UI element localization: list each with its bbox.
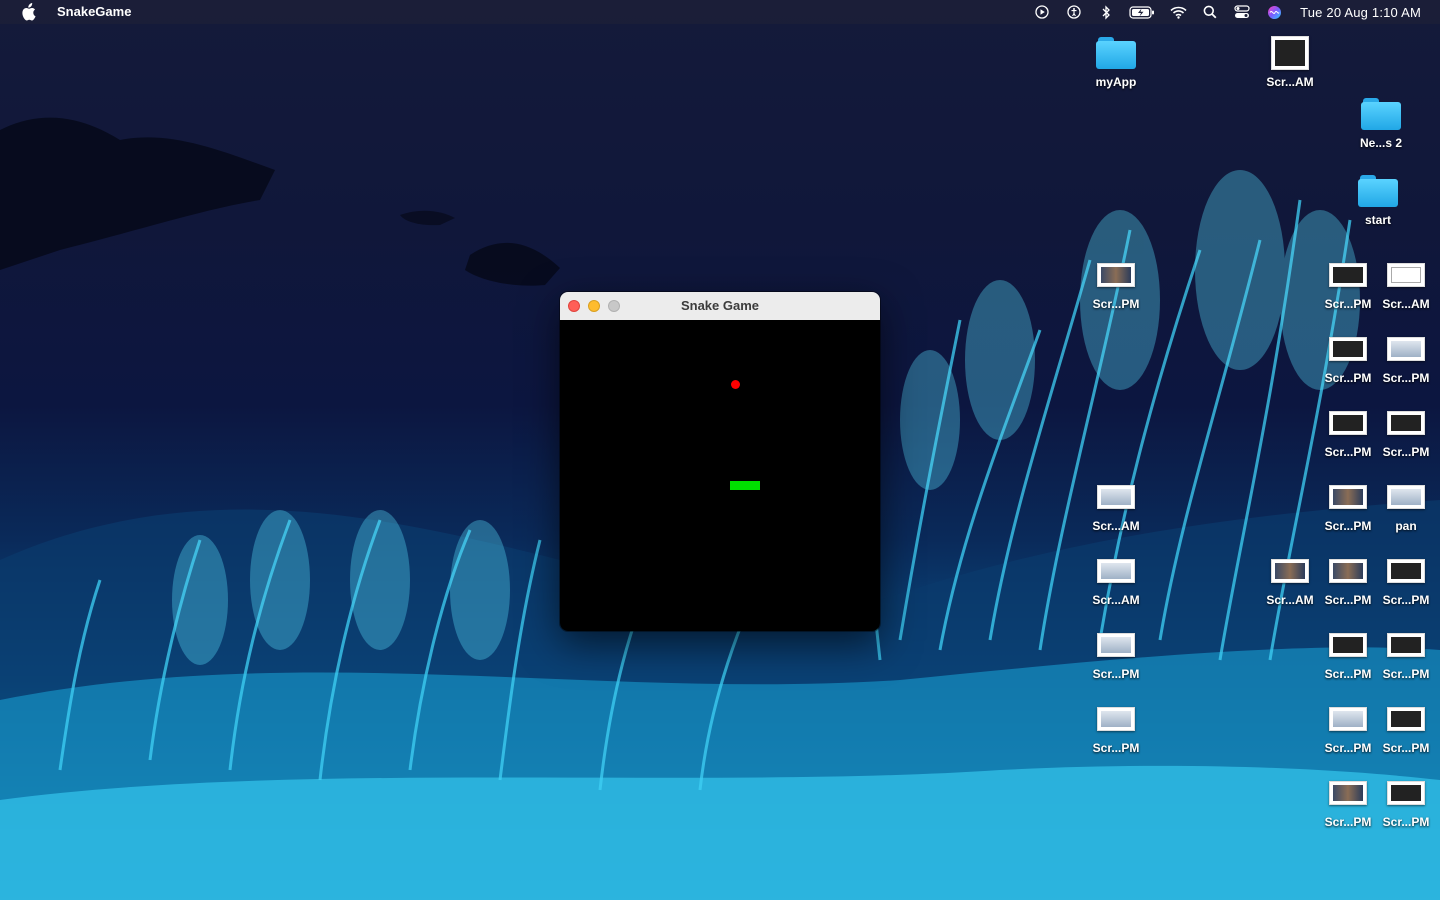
screenshot-file-icon [1385, 626, 1427, 664]
desktop-icon-label: Scr...PM [1092, 297, 1140, 311]
screenshot-file-icon [1327, 626, 1369, 664]
wifi-icon[interactable] [1169, 4, 1187, 20]
desktop-icon-screenshot[interactable]: Scr...PM [1373, 700, 1439, 755]
desktop-icon-screenshot[interactable]: Scr...AM [1083, 478, 1149, 533]
apple-menu-icon[interactable] [20, 3, 36, 21]
desktop-icon-label: Scr...PM [1382, 815, 1430, 829]
desktop-icon-label: Scr...PM [1382, 445, 1430, 459]
desktop-icon-image[interactable]: pan [1373, 478, 1439, 533]
bluetooth-icon[interactable] [1097, 4, 1115, 20]
screenshot-file-icon [1095, 626, 1137, 664]
folder-icon [1360, 95, 1402, 133]
desktop-icon-screenshot[interactable]: Scr...PM [1315, 404, 1381, 459]
search-icon[interactable] [1201, 4, 1219, 20]
siri-icon[interactable] [1265, 4, 1283, 20]
desktop-icon-label: myApp [1095, 75, 1137, 89]
desktop-icon-screenshot[interactable]: Scr...AM [1083, 552, 1149, 607]
desktop-icon-label: Ne...s 2 [1359, 136, 1403, 150]
food-pellet [731, 380, 740, 389]
desktop-icon-label: Scr...PM [1092, 741, 1140, 755]
folder-icon [1357, 172, 1399, 210]
desktop-icon-label: Scr...PM [1324, 445, 1372, 459]
desktop-icon-label: pan [1395, 519, 1417, 533]
desktop-icon-screenshot[interactable]: Scr...AM [1257, 552, 1323, 607]
battery-charging-icon[interactable] [1129, 4, 1155, 20]
screenshot-file-icon [1327, 404, 1369, 442]
desktop-icon-label: Scr...PM [1324, 667, 1372, 681]
desktop-icon-label: Scr...PM [1324, 741, 1372, 755]
desktop-icon-screenshot[interactable]: Scr...PM [1373, 626, 1439, 681]
window-titlebar[interactable]: Snake Game [560, 292, 880, 321]
screenshot-file-icon [1269, 34, 1311, 72]
desktop-icon-screenshot[interactable]: Scr...AM [1373, 256, 1439, 311]
screenshot-file-icon [1385, 330, 1427, 368]
window-title: Snake Game [680, 298, 760, 313]
desktop-icon-screenshot[interactable]: Scr...AM [1257, 34, 1323, 89]
desktop-icon-label: Scr...PM [1092, 667, 1140, 681]
active-app-name[interactable]: SnakeGame [57, 4, 131, 19]
screenshot-file-icon [1327, 774, 1369, 812]
desktop-icon-folder[interactable]: myApp [1083, 34, 1149, 89]
desktop-icon-label: Scr...PM [1382, 593, 1430, 607]
desktop-icon-screenshot[interactable]: Scr...PM [1373, 330, 1439, 385]
desktop-icon-screenshot[interactable]: Scr...PM [1315, 478, 1381, 533]
desktop-icon-screenshot[interactable]: Scr...PM [1315, 552, 1381, 607]
screenshot-file-icon [1095, 552, 1137, 590]
desktop-icon-label: Scr...AM [1092, 519, 1140, 533]
control-center-icon[interactable] [1233, 4, 1251, 20]
desktop-icon-screenshot[interactable]: Scr...PM [1373, 552, 1439, 607]
desktop-icon-screenshot[interactable]: Scr...PM [1373, 404, 1439, 459]
desktop-icon-screenshot[interactable]: Scr...PM [1083, 256, 1149, 311]
screenshot-file-icon [1327, 478, 1369, 516]
desktop-icon-label: Scr...PM [1324, 371, 1372, 385]
screenshot-file-icon [1385, 404, 1427, 442]
desktop-icon-label: Scr...AM [1382, 297, 1430, 311]
snake-game-window[interactable]: Snake Game [560, 292, 880, 631]
desktop-icon-label: Scr...PM [1324, 815, 1372, 829]
desktop-icon-screenshot[interactable]: Scr...PM [1315, 330, 1381, 385]
desktop-icon-label: Scr...PM [1324, 519, 1372, 533]
desktop-icon-label: Scr...PM [1382, 371, 1430, 385]
desktop-icon-label: Scr...AM [1266, 593, 1314, 607]
desktop-icon-screenshot[interactable]: Scr...PM [1083, 700, 1149, 755]
desktop-icon-folder[interactable]: start [1345, 172, 1411, 227]
snake-body [730, 481, 760, 490]
desktop-icon-screenshot[interactable]: Scr...PM [1315, 774, 1381, 829]
desktop-icon-label: Scr...PM [1382, 667, 1430, 681]
desktop-icon-label: Scr...AM [1092, 593, 1140, 607]
screenshot-file-icon [1327, 552, 1369, 590]
desktop-icon-screenshot[interactable]: Scr...PM [1083, 626, 1149, 681]
desktop-icon-folder[interactable]: Ne...s 2 [1348, 95, 1414, 150]
menu-bar: SnakeGame Tue 20 Aug 1:10 AM [0, 0, 1440, 24]
desktop-icon-screenshot[interactable]: Scr...PM [1315, 700, 1381, 755]
screenshot-file-icon [1385, 256, 1427, 294]
screenshot-file-icon [1095, 478, 1137, 516]
play-circle-icon[interactable] [1033, 4, 1051, 20]
screenshot-file-icon [1327, 330, 1369, 368]
accessibility-icon[interactable] [1065, 4, 1083, 20]
status-area: Tue 20 Aug 1:10 AM [1026, 0, 1440, 24]
game-board[interactable] [560, 320, 880, 631]
menubar-clock[interactable]: Tue 20 Aug 1:10 AM [1300, 5, 1421, 20]
desktop-icon-label: Scr...AM [1266, 75, 1314, 89]
screenshot-file-icon [1385, 552, 1427, 590]
desktop-icon-screenshot[interactable]: Scr...PM [1373, 774, 1439, 829]
desktop-icon-label: Scr...PM [1324, 593, 1372, 607]
folder-icon [1095, 34, 1137, 72]
screenshot-file-icon [1095, 256, 1137, 294]
screenshot-file-icon [1385, 700, 1427, 738]
desktop-icon-label: Scr...PM [1382, 741, 1430, 755]
desktop-icon-label: Scr...PM [1324, 297, 1372, 311]
screenshot-file-icon [1385, 774, 1427, 812]
desktop-icon-screenshot[interactable]: Scr...PM [1315, 256, 1381, 311]
desktop-icon-label: start [1364, 213, 1391, 227]
screenshot-file-icon [1327, 700, 1369, 738]
desktop-icon-screenshot[interactable]: Scr...PM [1315, 626, 1381, 681]
screenshot-file-icon [1269, 552, 1311, 590]
screenshot-file-icon [1327, 256, 1369, 294]
image-file-icon [1385, 478, 1427, 516]
screenshot-file-icon [1095, 700, 1137, 738]
